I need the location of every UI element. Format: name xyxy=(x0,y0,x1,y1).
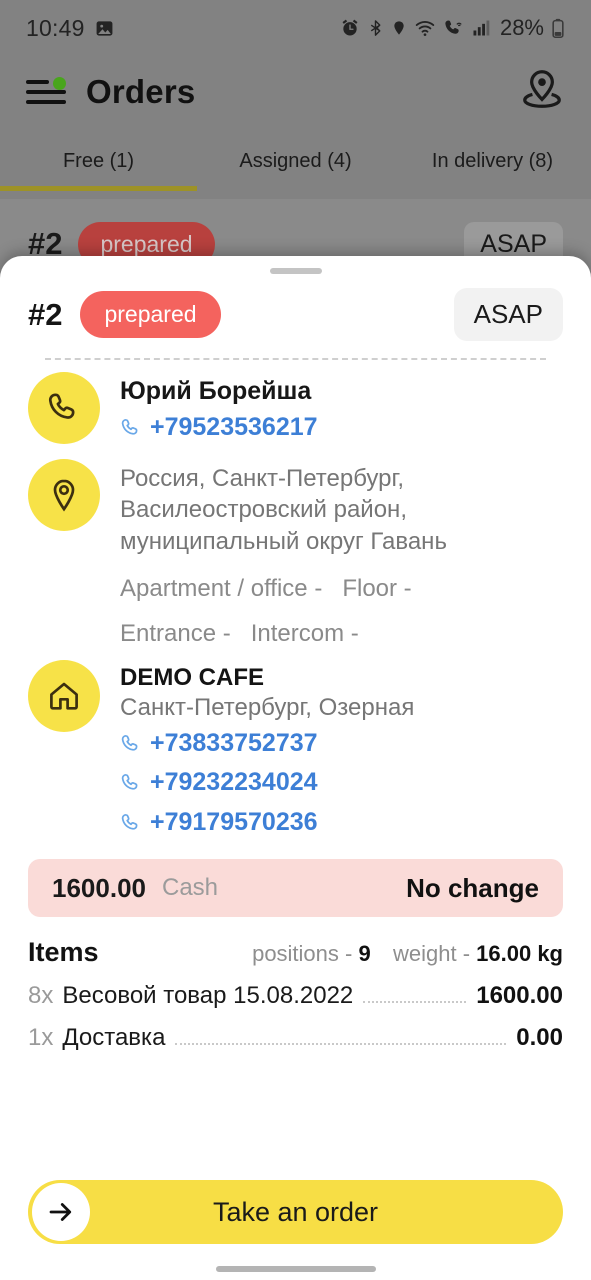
items-title: Items xyxy=(28,937,99,968)
phone-icon xyxy=(48,393,75,419)
payment-method: Cash xyxy=(161,874,219,902)
customer-phone-row[interactable]: +79523536217 xyxy=(120,409,563,447)
tab-bar: Free (1) Assigned (4) In delivery (8) xyxy=(0,128,591,194)
phone-icon-circle[interactable] xyxy=(28,372,100,444)
items-meta: positions - 9 weight - 16.00 kg xyxy=(252,941,563,967)
home-indicator[interactable] xyxy=(215,1266,376,1272)
item-name: Весовой товар 15.08.2022 xyxy=(62,982,354,1010)
restaurant-address: Санкт-Петербург, Озерная xyxy=(120,693,415,721)
tab-free[interactable]: Free (1) xyxy=(0,150,197,173)
address-info: Россия, Санкт-Петербург, Василеостровски… xyxy=(120,459,563,648)
tab-active-indicator xyxy=(0,186,197,191)
signal-icon xyxy=(473,20,490,36)
weight-value: 16.00 kg xyxy=(476,941,563,967)
phone-small-icon xyxy=(121,734,138,751)
positions-label: positions - xyxy=(252,941,353,967)
app-bar-left: Orders xyxy=(26,73,195,111)
restaurant-name: DEMO CAFE xyxy=(120,663,264,691)
wifi-icon xyxy=(415,20,435,36)
restaurant-phone-number: +73833752737 xyxy=(150,728,318,757)
address-apartment-floor: Apartment / office - Floor - xyxy=(120,575,563,603)
notification-dot-icon xyxy=(53,77,66,90)
status-bar-clock: 10:49 xyxy=(26,14,85,41)
intercom-label: Intercom - xyxy=(250,619,359,647)
item-row: 1x Доставка 0.00 xyxy=(28,1024,563,1052)
item-price: 0.00 xyxy=(516,1024,563,1052)
weight-label: weight - xyxy=(392,941,471,967)
payment-amount: 1600.00 xyxy=(52,872,146,903)
item-row: 8x Весовой товар 15.08.2022 1600.00 xyxy=(28,982,563,1010)
arrow-right-icon xyxy=(32,1183,90,1241)
location-icon xyxy=(394,21,404,35)
cta-container: Take an order xyxy=(0,1180,591,1266)
phone-small-icon xyxy=(121,774,138,790)
floor-label: Floor - xyxy=(342,574,412,602)
hamburger-line-2 xyxy=(26,90,66,94)
home-icon xyxy=(50,682,78,710)
item-leader-dots xyxy=(363,1001,467,1004)
address-full: Россия, Санкт-Петербург, Василеостровски… xyxy=(120,464,447,556)
take-order-button[interactable]: Take an order xyxy=(28,1180,563,1244)
status-bar-right: 28% xyxy=(340,15,565,41)
phone-small-icon xyxy=(121,813,138,830)
status-badge: prepared xyxy=(80,291,221,338)
customer-phone-number: +79523536217 xyxy=(150,413,318,442)
address-entrance-intercom: Entrance - Intercom - xyxy=(120,620,563,648)
location-icon-circle[interactable] xyxy=(28,458,100,531)
take-order-label: Take an order xyxy=(212,1196,379,1227)
hamburger-menu-icon[interactable] xyxy=(26,77,66,107)
order-number: #2 xyxy=(28,296,63,332)
item-quantity: 8x xyxy=(28,982,54,1010)
image-icon xyxy=(96,20,112,36)
battery-icon xyxy=(552,18,564,38)
status-bar: 10:49 28% xyxy=(0,0,591,56)
payment-change: No change xyxy=(406,872,539,903)
wifi-calling-icon xyxy=(445,20,462,34)
restaurant-phone-row[interactable]: +79232234024 xyxy=(120,764,563,802)
sheet-spacer xyxy=(0,1052,591,1180)
sheet-header: #2 prepared ASAP xyxy=(0,274,591,341)
tab-in-delivery[interactable]: In delivery (8) xyxy=(394,150,591,173)
customer-name: Юрий Борейша xyxy=(120,377,312,405)
restaurant-phone-number: +79179570236 xyxy=(150,807,318,836)
battery-percent-label: 28% xyxy=(499,15,544,40)
restaurant-info: DEMO CAFE Санкт-Петербург, Озерная +7383… xyxy=(120,660,563,842)
positions-value: 9 xyxy=(358,941,371,967)
entrance-label: Entrance - xyxy=(120,619,231,647)
address-section: Россия, Санкт-Петербург, Василеостровски… xyxy=(0,447,591,648)
customer-section: Юрий Борейша +79523536217 xyxy=(0,360,591,447)
apartment-label: Apartment / office - xyxy=(120,574,323,602)
restaurant-section: DEMO CAFE Санкт-Петербург, Озерная +7383… xyxy=(0,648,591,842)
hamburger-line-1 xyxy=(26,80,49,84)
restaurant-phone-number: +79232234024 xyxy=(150,768,318,797)
phone-small-icon xyxy=(121,419,138,435)
hamburger-line-3 xyxy=(26,100,66,104)
tab-assigned[interactable]: Assigned (4) xyxy=(197,150,394,173)
map-marker-icon xyxy=(53,479,75,512)
app-bar: Orders xyxy=(0,56,591,128)
items-header: Items positions - 9 weight - 16.00 kg xyxy=(28,937,563,968)
page-title: Orders xyxy=(86,73,196,110)
app-screen: 10:49 28% Orders Free (1) Assigned (4) I… xyxy=(0,0,591,1280)
order-detail-sheet: #2 prepared ASAP Юрий Борейша +795235362… xyxy=(0,256,591,1280)
alarm-icon xyxy=(342,19,358,36)
item-name: Доставка xyxy=(62,1024,166,1052)
payment-bar: 1600.00 Cash No change xyxy=(28,859,563,918)
restaurant-phone-row[interactable]: +73833752737 xyxy=(120,725,563,763)
restaurant-phone-row[interactable]: +79179570236 xyxy=(120,804,563,842)
customer-info: Юрий Борейша +79523536217 xyxy=(120,372,563,447)
map-pin-icon[interactable] xyxy=(519,67,565,118)
item-price: 1600.00 xyxy=(476,982,563,1010)
status-bar-left: 10:49 xyxy=(26,15,114,42)
home-icon-circle[interactable] xyxy=(28,659,100,732)
item-leader-dots xyxy=(175,1043,507,1046)
delivery-time-chip: ASAP xyxy=(453,288,563,341)
item-quantity: 1x xyxy=(28,1024,54,1052)
bluetooth-icon xyxy=(370,20,381,36)
